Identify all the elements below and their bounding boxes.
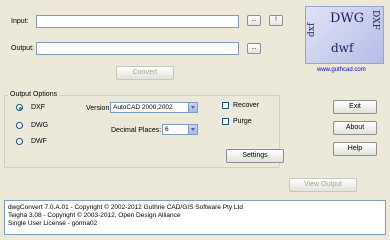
dwgconvert-window: Input: ... ! Output: ... Convert DWG DXF… [0, 0, 390, 235]
purge-label: Purge [233, 118, 252, 125]
logo-dwf-text: dwf [331, 41, 354, 55]
log-line: dwgConvert 7.0.A.01 - Copyright © 2002-2… [8, 204, 243, 211]
version-label: Version: [86, 105, 112, 112]
input-options-button[interactable]: ! [269, 15, 283, 26]
logo-dxf-text: DXF [370, 10, 380, 30]
decimal-places-select[interactable]: 6 [162, 124, 198, 135]
about-button[interactable]: About [333, 121, 377, 135]
logo-dwg-text: DWG [330, 11, 365, 26]
format-dwf-radio[interactable] [16, 138, 23, 145]
output-path-field[interactable] [36, 42, 239, 55]
format-dxf-radio[interactable] [16, 104, 23, 111]
input-browse-button[interactable]: ... [247, 15, 261, 26]
logo-dxf-rotated-text: dxf [307, 22, 317, 37]
decimal-places-label: Decimal Places: [111, 127, 162, 134]
settings-button[interactable]: Settings [226, 149, 284, 163]
log-line: Teigha 3.08 - Copyright © 2003-2012, Ope… [8, 212, 181, 219]
log-output-box: dwgConvert 7.0.A.01 - Copyright © 2002-2… [4, 200, 386, 235]
recover-checkbox[interactable] [222, 102, 229, 109]
output-label: Output: [11, 45, 34, 52]
convert-button[interactable]: Convert [116, 66, 174, 80]
chevron-down-icon [188, 103, 197, 112]
decimal-places-value: 6 [165, 126, 169, 133]
recover-label: Recover [233, 102, 260, 109]
help-button[interactable]: Help [333, 142, 377, 156]
format-dwg-radio[interactable] [16, 122, 23, 129]
input-label: Input: [11, 18, 29, 25]
dwg-dxf-logo: DWG DXF dxf dwf [305, 6, 384, 64]
format-dxf-label: DXF [31, 104, 45, 111]
chevron-down-icon [188, 125, 197, 134]
format-dwg-label: DWG [31, 122, 49, 129]
output-options-title: Output Options [8, 90, 60, 99]
purge-checkbox[interactable] [222, 118, 229, 125]
view-output-button[interactable]: View Output [289, 178, 357, 192]
version-select[interactable]: AutoCAD 2000,2002 [110, 102, 198, 113]
output-browse-button[interactable]: ... [247, 43, 261, 54]
input-path-field[interactable] [36, 15, 239, 28]
guthcad-link[interactable]: www.guthcad.com [317, 66, 366, 75]
exit-button[interactable]: Exit [333, 100, 377, 114]
log-line: Single User License - gorma02 [8, 220, 98, 227]
format-dwf-label: DWF [31, 138, 47, 145]
version-select-value: AutoCAD 2000,2002 [113, 104, 173, 111]
